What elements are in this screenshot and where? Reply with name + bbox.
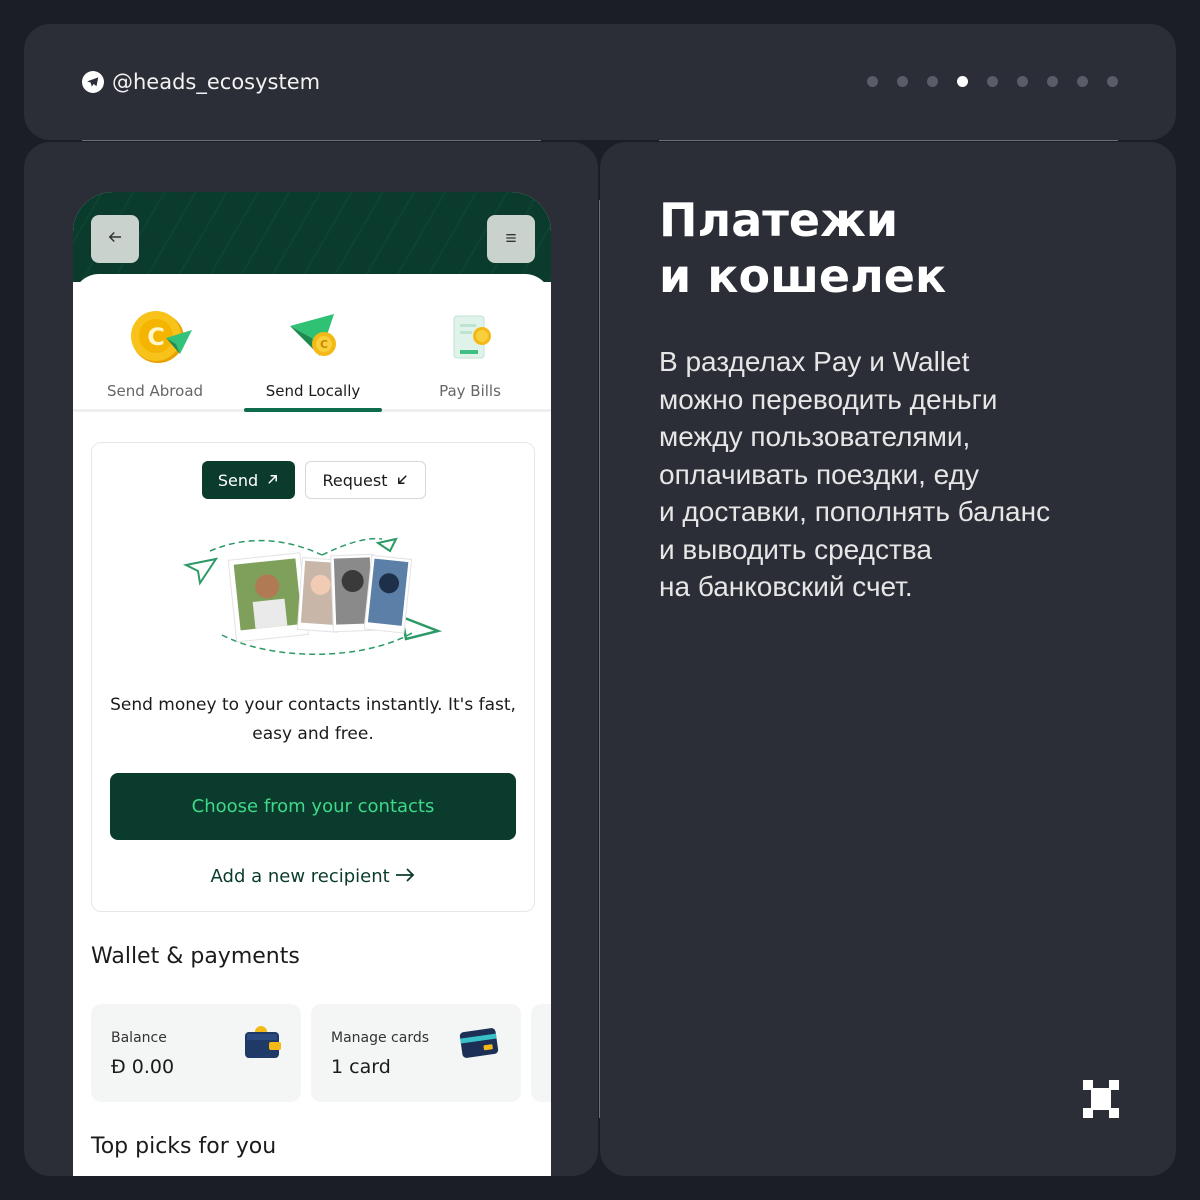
balance-label: Balance xyxy=(111,1030,167,1046)
request-toggle-label: Request xyxy=(322,470,388,490)
channel-handle-text: @heads_ecosystem xyxy=(112,70,321,94)
tab-pay-bills[interactable]: Pay Bills xyxy=(395,274,545,412)
divider-vertical xyxy=(599,200,600,1118)
send-toggle-button[interactable]: Send xyxy=(202,461,295,499)
arrow-right-icon xyxy=(395,866,415,887)
choose-contacts-button[interactable]: Choose from your contacts xyxy=(110,773,516,840)
bill-coin-icon xyxy=(453,315,491,359)
tab-pay-bills-label: Pay Bills xyxy=(439,382,501,400)
request-toggle-button[interactable]: Request xyxy=(305,461,426,499)
transfer-tabs: C Send Abroad C Send Locally Pay Bills xyxy=(73,274,551,412)
arrow-up-right-icon xyxy=(266,471,279,490)
pager-dot[interactable] xyxy=(1107,76,1118,87)
channel-handle[interactable]: @heads_ecosystem xyxy=(82,70,320,94)
page-title-line2: и кошелек xyxy=(659,249,947,303)
pager-dot[interactable] xyxy=(897,76,908,87)
card-icon xyxy=(459,1028,499,1058)
balance-value: Ð 0.00 xyxy=(111,1056,175,1078)
divider-left xyxy=(82,140,541,141)
pager-dot[interactable] xyxy=(927,76,938,87)
pager-dot[interactable] xyxy=(1047,76,1058,87)
balance-tile[interactable]: Balance Ð 0.00 xyxy=(91,1004,301,1102)
phone-screen: C Send Abroad C Send Locally Pay Bills S… xyxy=(73,192,551,1176)
tab-send-abroad-label: Send Abroad xyxy=(106,382,204,400)
page-title-line1: Платежи xyxy=(659,193,899,247)
page-description: В разделах Pay и Wallet можно переводить… xyxy=(659,346,1051,602)
manage-cards-tile[interactable]: Manage cards 1 card xyxy=(311,1004,521,1102)
coin-plane-icon: C xyxy=(131,311,192,363)
arrow-left-icon xyxy=(106,227,124,251)
pager-dot[interactable] xyxy=(957,76,968,87)
send-coin-icon: C xyxy=(290,314,336,356)
wallet-section-title: Wallet & payments xyxy=(91,944,300,969)
manage-cards-label: Manage cards xyxy=(331,1030,430,1046)
pager-dot[interactable] xyxy=(987,76,998,87)
arrow-down-left-icon xyxy=(396,471,409,490)
wallet-icon xyxy=(245,1026,281,1058)
menu-button[interactable] xyxy=(487,215,535,263)
phone-content: C Send Abroad C Send Locally Pay Bills S… xyxy=(73,274,551,1176)
more-tiles-peek[interactable] xyxy=(531,1004,551,1102)
tab-send-locally-label: Send Locally xyxy=(265,382,361,400)
pager-dot[interactable] xyxy=(1017,76,1028,87)
send-toggle-label: Send xyxy=(217,470,259,490)
top-picks-title: Top picks for you xyxy=(91,1134,277,1159)
back-button[interactable] xyxy=(91,215,139,263)
svg-text:C: C xyxy=(320,338,328,351)
menu-icon xyxy=(503,227,519,251)
telegram-icon xyxy=(82,71,104,93)
send-description: Send money to your contacts instantly. I… xyxy=(110,695,516,744)
divider-right xyxy=(659,140,1118,141)
slide-pager xyxy=(867,76,1118,87)
add-recipient-link[interactable]: Add a new recipient xyxy=(92,866,534,887)
phone-app-header xyxy=(73,192,551,282)
pager-dot[interactable] xyxy=(867,76,878,87)
send-money-card: Send Request Send money to your contacts… xyxy=(91,442,535,912)
svg-text:C: C xyxy=(147,323,165,351)
tab-send-locally[interactable]: C Send Locally xyxy=(238,274,388,412)
tab-send-abroad[interactable]: C Send Abroad xyxy=(80,274,230,412)
heads-logo-icon xyxy=(1083,1080,1119,1118)
pager-dot[interactable] xyxy=(1077,76,1088,87)
active-tab-indicator xyxy=(244,408,382,412)
page-title: Платежи и кошелек xyxy=(659,192,946,304)
manage-cards-value: 1 card xyxy=(331,1056,391,1078)
add-recipient-label: Add a new recipient xyxy=(210,866,390,887)
contacts-illustration xyxy=(182,537,443,655)
